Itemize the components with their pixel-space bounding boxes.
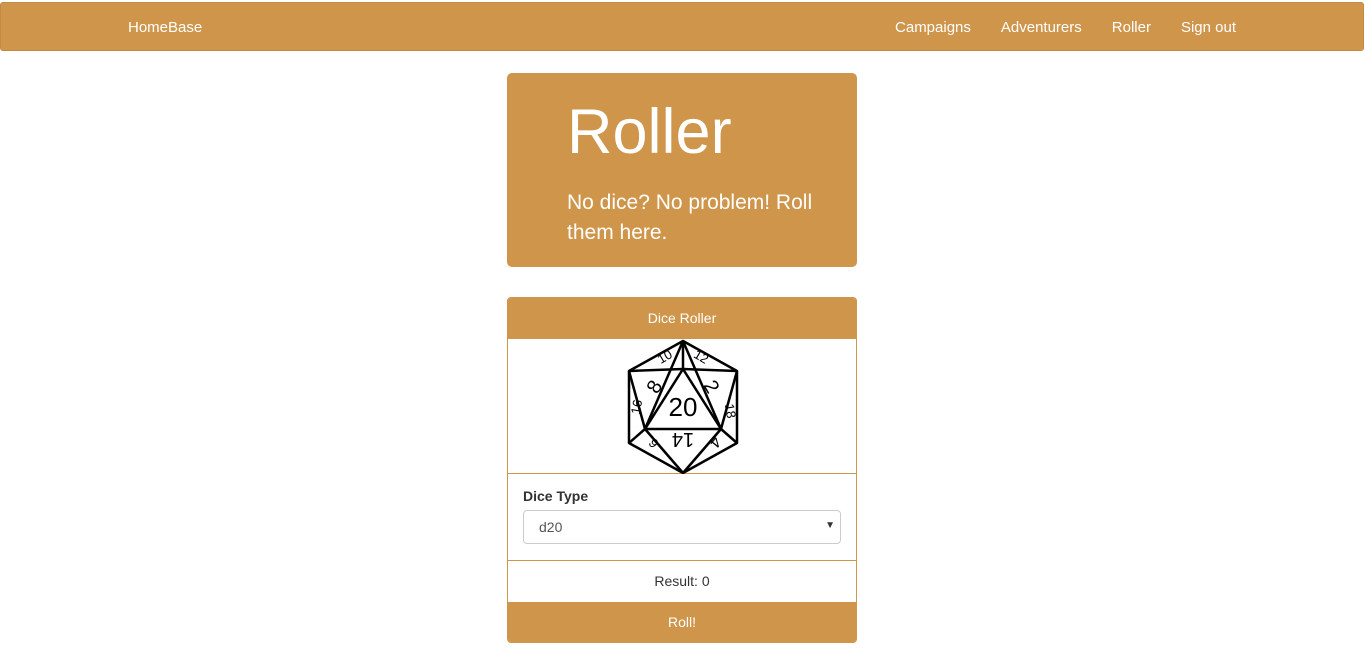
die-face-4: 4: [705, 433, 724, 451]
nav-links: Campaigns Adventurers Roller Sign out: [895, 19, 1236, 36]
top-navbar: HomeBase Campaigns Adventurers Roller Si…: [0, 2, 1364, 51]
brand-link[interactable]: HomeBase: [128, 19, 202, 36]
page-subtitle: No dice? No problem! Roll them here.: [567, 191, 813, 244]
nav-link-adventurers[interactable]: Adventurers: [1001, 19, 1082, 36]
roll-result: Result: 0: [654, 573, 710, 589]
nav-link-sign-out[interactable]: Sign out: [1181, 19, 1236, 36]
roll-button[interactable]: Roll!: [508, 602, 856, 642]
dice-type-selected-value: d20: [539, 519, 563, 535]
jumbotron: Roller No dice? No problem! Roll them he…: [507, 73, 857, 267]
d20-icon: 20 8 2 14 10 12 16 18 6 4: [627, 339, 739, 474]
die-face-20: 20: [669, 392, 698, 422]
die-face-10: 10: [655, 346, 675, 366]
page-title: Roller: [567, 97, 732, 167]
panel-heading: Dice Roller: [508, 298, 856, 339]
nav-link-roller[interactable]: Roller: [1112, 19, 1151, 36]
die-face-12: 12: [691, 346, 711, 366]
dice-type-form: Dice Type d20 ▼: [508, 474, 856, 561]
dice-type-select[interactable]: d20 ▼: [523, 510, 841, 544]
die-face-2: 2: [699, 377, 724, 398]
dice-roller-panel: Dice Roller 20 8 2 14 10 12 16 18 6 4 Di…: [507, 297, 857, 643]
die-image-area: 20 8 2 14 10 12 16 18 6 4: [508, 339, 856, 474]
chevron-down-icon: ▼: [825, 520, 835, 531]
die-face-16: 16: [628, 398, 645, 415]
die-face-8: 8: [643, 377, 668, 398]
dice-type-label: Dice Type: [523, 488, 589, 504]
nav-link-campaigns[interactable]: Campaigns: [895, 19, 971, 36]
die-face-18: 18: [722, 402, 739, 419]
die-face-14: 14: [672, 428, 694, 450]
